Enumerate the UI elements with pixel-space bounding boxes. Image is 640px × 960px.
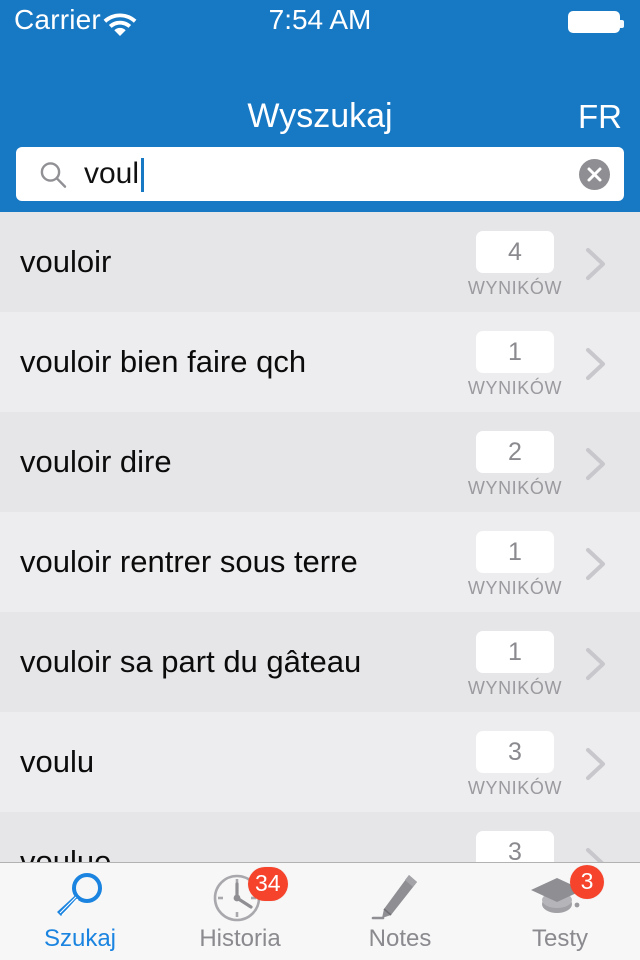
tab-notes[interactable]: Notes: [320, 863, 480, 960]
app-screen: Carrier 7:54 AM Wyszukaj FR voul vouloir…: [0, 0, 640, 960]
row-unit-label: WYNIKÓW: [467, 278, 563, 298]
row-term: vouloir bien faire qch: [20, 344, 307, 379]
badge-historia: 34: [248, 867, 288, 901]
row-count-value: 1: [508, 338, 522, 366]
table-row[interactable]: voulu 3 WYNIKÓW: [0, 712, 640, 812]
results-list[interactable]: vouloir 4 WYNIKÓW vouloir bien faire qch…: [0, 212, 640, 862]
chevron-right-icon: [585, 547, 607, 581]
row-unit-label: WYNIKÓW: [467, 478, 563, 498]
row-term: vouloir sa part du gâteau: [20, 644, 362, 679]
clear-circle-icon[interactable]: [579, 159, 610, 190]
row-count-badge: 3: [476, 831, 554, 862]
row-unit-label: WYNIKÓW: [467, 778, 563, 798]
row-unit-label: WYNIKÓW: [467, 678, 563, 698]
table-row[interactable]: vouloir rentrer sous terre 1 WYNIKÓW: [0, 512, 640, 612]
search-bar-container: voul: [0, 138, 640, 212]
row-unit-label: WYNIKÓW: [467, 378, 563, 398]
row-count-badge: 1: [476, 631, 554, 673]
language-button[interactable]: FR: [578, 98, 622, 136]
table-row[interactable]: vouloir dire 2 WYNIKÓW: [0, 412, 640, 512]
chevron-right-icon: [585, 747, 607, 781]
row-count-value: 3: [508, 738, 522, 766]
row-count-badge: 1: [476, 531, 554, 573]
nav-bar: Wyszukaj FR: [0, 40, 640, 138]
row-term: voulu: [20, 744, 95, 779]
table-row[interactable]: vouloir bien faire qch 1 WYNIKÓW: [0, 312, 640, 412]
tab-label: Szukaj: [43, 925, 117, 952]
row-term: vouloir: [20, 244, 112, 279]
row-term: vouloir dire: [20, 444, 172, 479]
row-term: vouloir rentrer sous terre: [20, 544, 358, 579]
chevron-right-icon: [585, 347, 607, 381]
search-input[interactable]: voul: [16, 147, 624, 201]
search-icon: [38, 160, 68, 190]
row-unit-label: WYNIKÓW: [467, 578, 563, 598]
tab-szukaj[interactable]: Szukaj: [0, 863, 160, 960]
tab-historia[interactable]: 34 Historia: [160, 863, 320, 960]
tab-bar: Szukaj 34 Historia Notes 3 Testy: [0, 862, 640, 960]
page-title: Wyszukaj: [247, 97, 393, 135]
tab-label: Historia: [199, 925, 281, 952]
tab-label: Notes: [368, 925, 432, 952]
row-count-badge: 1: [476, 331, 554, 373]
search-input-value: voul: [84, 157, 140, 190]
chevron-right-icon: [585, 647, 607, 681]
table-row[interactable]: voulue 3 WYNIKÓW: [0, 812, 640, 862]
table-row[interactable]: vouloir 4 WYNIKÓW: [0, 212, 640, 312]
pen-icon: [369, 871, 431, 925]
row-count-badge: 4: [476, 231, 554, 273]
chevron-right-icon: [585, 447, 607, 481]
badge-testy: 3: [570, 865, 604, 899]
row-count-value: 1: [508, 638, 522, 666]
row-term: voulue: [20, 844, 112, 862]
row-count-value: 3: [508, 838, 522, 862]
row-count-value: 2: [508, 438, 522, 466]
row-count-badge: 2: [476, 431, 554, 473]
chevron-right-icon: [585, 847, 607, 862]
chevron-right-icon: [585, 247, 607, 281]
clock-label: 7:54 AM: [268, 4, 372, 35]
tab-label: Testy: [531, 925, 588, 952]
row-count-value: 1: [508, 538, 522, 566]
row-count-badge: 3: [476, 731, 554, 773]
magnifier-icon: [49, 871, 111, 925]
tab-testy[interactable]: 3 Testy: [480, 863, 640, 960]
text-cursor: [141, 158, 144, 192]
status-bar: Carrier 7:54 AM: [0, 0, 640, 40]
row-count-value: 4: [508, 238, 522, 266]
table-row[interactable]: vouloir sa part du gâteau 1 WYNIKÓW: [0, 612, 640, 712]
battery-icon: [568, 11, 624, 33]
